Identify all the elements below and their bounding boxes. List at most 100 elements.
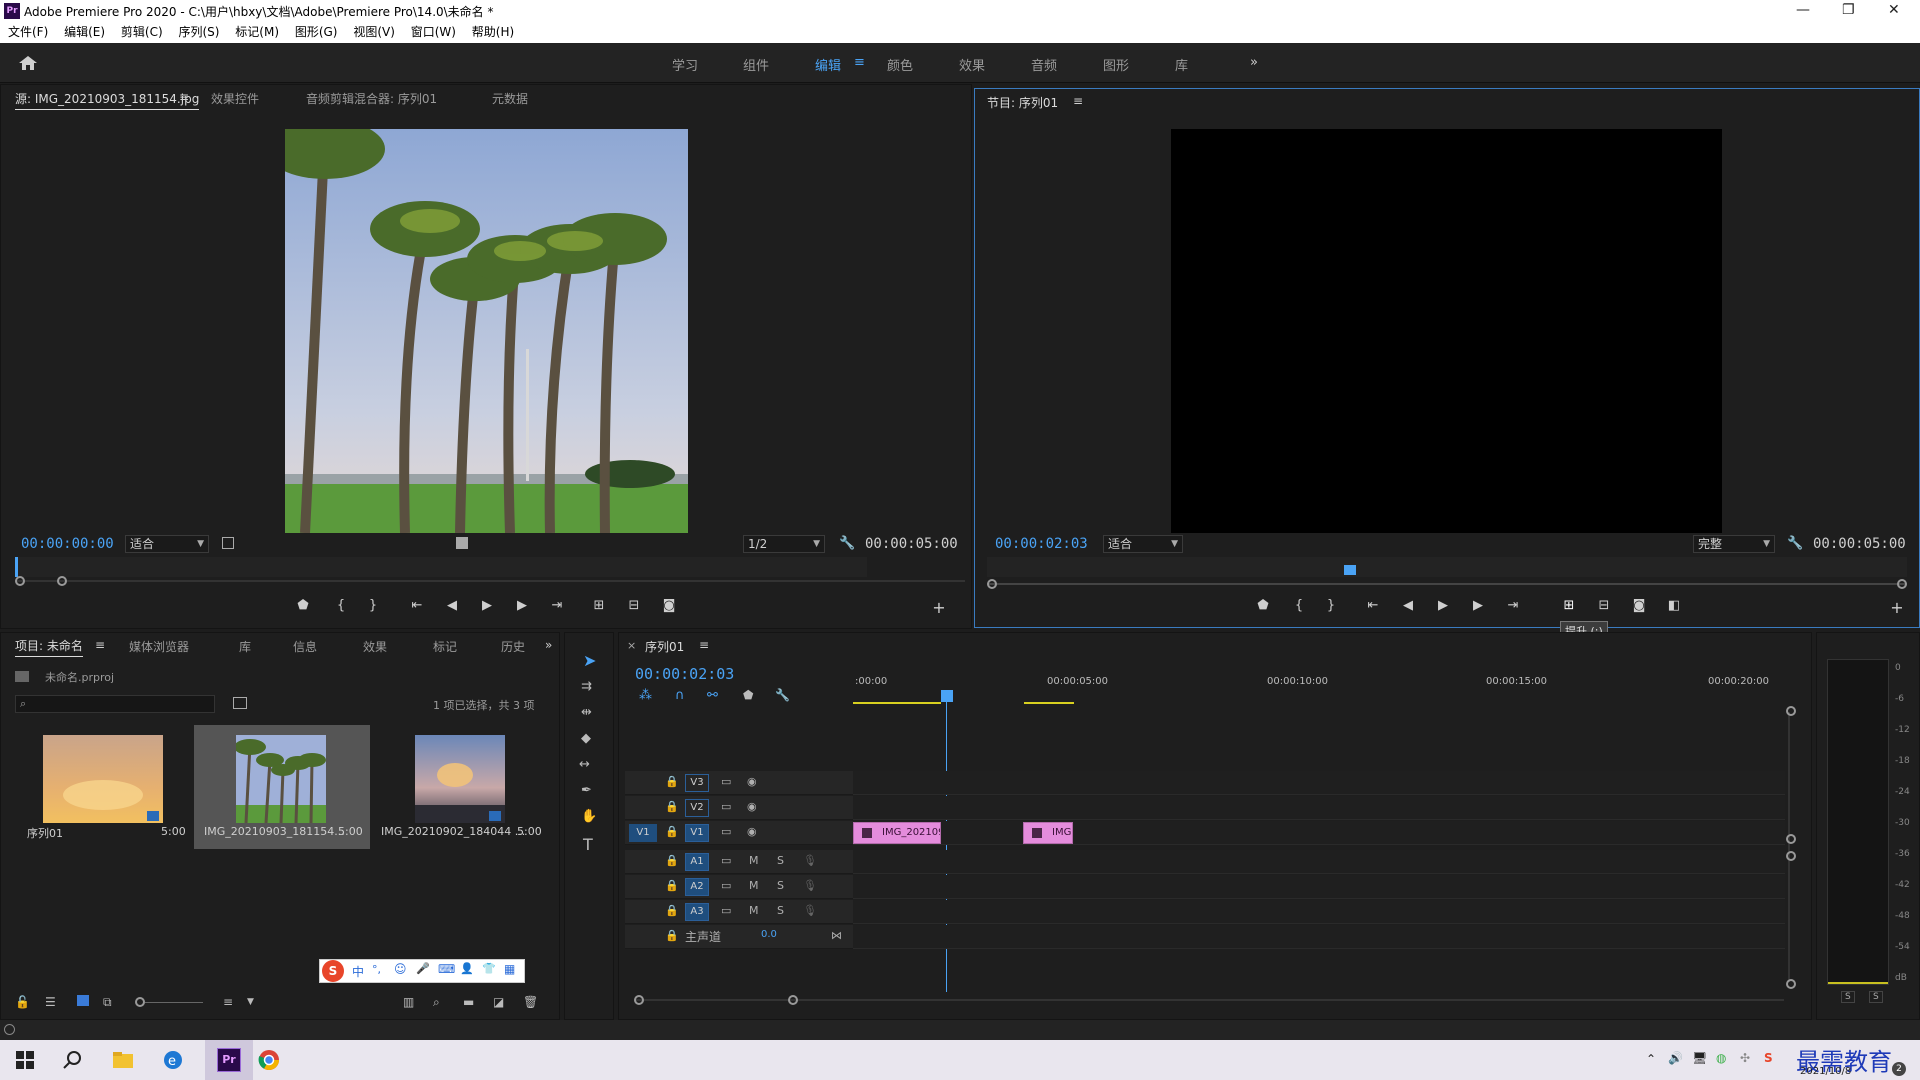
zoom-handle-right[interactable]: [1897, 579, 1907, 589]
workspace-audio[interactable]: 音频: [1031, 55, 1057, 74]
mute-button[interactable]: M: [749, 879, 759, 892]
settings-square-icon[interactable]: [222, 537, 234, 549]
notification-badge[interactable]: 2: [1892, 1062, 1906, 1076]
slip-tool-icon[interactable]: ↔: [579, 757, 590, 772]
new-item-icon[interactable]: ◪: [493, 995, 504, 1009]
close-tab-icon[interactable]: ×: [627, 639, 636, 652]
mark-out-icon[interactable]: }: [1321, 598, 1341, 613]
track-lane-v2[interactable]: [853, 796, 1785, 820]
workspace-more-icon[interactable]: »: [1250, 55, 1258, 70]
scroll-handle[interactable]: [1786, 851, 1796, 861]
mark-out-icon[interactable]: }: [363, 598, 383, 613]
source-timecode[interactable]: 00:00:00:00: [21, 536, 114, 552]
track-lane-a1[interactable]: [853, 850, 1785, 874]
program-quality-dropdown[interactable]: 完整 ▼: [1693, 535, 1775, 553]
pen-tool-icon[interactable]: ✒: [581, 783, 592, 798]
sync-lock-icon[interactable]: ▭: [721, 775, 731, 788]
workspace-assembly[interactable]: 组件: [743, 55, 769, 74]
linked-selection-icon[interactable]: ⚯: [707, 688, 718, 703]
master-volume-value[interactable]: 0.0: [761, 929, 777, 940]
add-marker-icon[interactable]: ⬟: [743, 688, 753, 702]
source-zoom-bar[interactable]: [15, 580, 965, 582]
tab-audio-clip-mixer[interactable]: 音频剪辑混合器: 序列01: [306, 90, 437, 107]
sogou-tray-icon[interactable]: S: [1764, 1051, 1773, 1065]
scroll-handle[interactable]: [1786, 834, 1796, 844]
track-header-v2[interactable]: 🔒 V2 ▭ ◉: [625, 796, 853, 820]
add-marker-icon[interactable]: ⬟: [1253, 598, 1273, 613]
volume-icon[interactable]: 🔊: [1668, 1051, 1683, 1065]
step-forward-icon[interactable]: ▶: [1468, 598, 1488, 613]
program-timecode[interactable]: 00:00:02:03: [995, 536, 1088, 552]
export-frame-icon[interactable]: ◙: [659, 598, 679, 613]
go-to-next-edit-icon[interactable]: ⋈: [831, 929, 842, 942]
timeline-ruler[interactable]: :00:00 00:00:05:00 00:00:10:00 00:00:15:…: [853, 672, 1785, 704]
mark-in-icon[interactable]: {: [331, 598, 351, 613]
sync-lock-icon[interactable]: ▭: [721, 904, 731, 917]
timeline-clip[interactable]: IMG: [1023, 822, 1073, 844]
timeline-playhead-handle[interactable]: [941, 690, 953, 702]
sync-lock-icon[interactable]: ▭: [721, 854, 731, 867]
menu-help[interactable]: 帮助(H): [472, 22, 514, 43]
add-marker-icon[interactable]: ⬟: [293, 598, 313, 613]
tab-media-browser[interactable]: 媒体浏览器: [129, 638, 189, 655]
program-zoom-bar[interactable]: [987, 583, 1907, 585]
project-item-sequence[interactable]: 序列01 5:00: [15, 725, 191, 849]
ime-voice-icon[interactable]: 🎤: [416, 962, 430, 975]
tab-libraries[interactable]: 库: [239, 638, 251, 655]
program-time-ruler[interactable]: [987, 557, 1907, 577]
tab-menu-icon[interactable]: ≡: [179, 90, 189, 104]
chrome-browser-icon[interactable]: [256, 1048, 282, 1072]
track-select-tool-icon[interactable]: ⇉: [581, 679, 592, 694]
microphone-icon[interactable]: 🎙: [803, 904, 817, 917]
zoom-slider-handle[interactable]: [135, 997, 145, 1007]
menu-sequence[interactable]: 序列(S): [178, 22, 219, 43]
scroll-handle[interactable]: [788, 995, 798, 1005]
source-time-ruler[interactable]: [15, 557, 867, 577]
home-icon[interactable]: [18, 55, 38, 71]
program-fit-dropdown[interactable]: 适合 ▼: [1103, 535, 1183, 553]
export-frame-icon[interactable]: ◙: [1629, 598, 1649, 613]
overwrite-icon[interactable]: ⊟: [624, 598, 644, 613]
go-to-out-icon[interactable]: ⇥: [1503, 598, 1523, 613]
timeline-timecode[interactable]: 00:00:02:03: [635, 665, 734, 683]
find-icon[interactable]: ⌕: [433, 995, 440, 1010]
workspace-learn[interactable]: 学习: [672, 55, 698, 74]
safe-margin-icon[interactable]: [456, 537, 468, 549]
track-header-v1[interactable]: V1 🔒 V1 ▭ ◉: [625, 821, 853, 845]
go-to-out-icon[interactable]: ⇥: [547, 598, 567, 613]
type-tool-icon[interactable]: T: [583, 835, 593, 854]
track-lane-v1[interactable]: IMG_202109 IMG: [853, 821, 1785, 845]
tab-effect-controls[interactable]: 效果控件: [211, 90, 259, 107]
project-search-input[interactable]: ⌕: [15, 695, 215, 713]
track-lane-a3[interactable]: [853, 900, 1785, 924]
track-name[interactable]: A2: [685, 878, 709, 896]
tab-program[interactable]: 节目: 序列01: [987, 94, 1058, 113]
workspace-editing[interactable]: 编辑: [815, 55, 841, 74]
menu-file[interactable]: 文件(F): [8, 22, 48, 43]
track-name[interactable]: A3: [685, 903, 709, 921]
sync-lock-icon[interactable]: ▭: [721, 800, 731, 813]
track-header-master[interactable]: 🔒 主声道 0.0 ⋈: [625, 925, 853, 949]
solo-button[interactable]: S: [777, 904, 784, 917]
menu-view[interactable]: 视图(V): [353, 22, 395, 43]
source-resolution-dropdown[interactable]: 1/2 ▼: [743, 535, 825, 553]
freeform-view-icon[interactable]: ⧉: [103, 995, 112, 1010]
wrench-icon[interactable]: 🔧: [775, 688, 790, 702]
tray-chevron-up-icon[interactable]: ⌃: [1646, 1052, 1656, 1066]
track-name[interactable]: A1: [685, 853, 709, 871]
track-header-v3[interactable]: 🔒 V3 ▭ ◉: [625, 771, 853, 795]
eye-icon[interactable]: ◉: [747, 825, 757, 838]
lock-icon[interactable]: 🔒: [665, 929, 679, 942]
wrench-icon[interactable]: 🔧: [1787, 536, 1803, 551]
sogou-logo-icon[interactable]: S: [322, 960, 344, 982]
source-playhead[interactable]: [15, 557, 18, 577]
zoom-handle-left[interactable]: [987, 579, 997, 589]
icon-view-icon[interactable]: [77, 995, 89, 1006]
restore-button[interactable]: ❐: [1842, 2, 1855, 18]
lock-icon[interactable]: 🔓: [15, 995, 30, 1009]
track-header-a1[interactable]: 🔒 A1 ▭ M S 🎙: [625, 850, 853, 874]
scroll-handle[interactable]: [1786, 979, 1796, 989]
workspace-menu-icon[interactable]: ≡: [854, 55, 865, 70]
minimize-button[interactable]: —: [1796, 2, 1810, 18]
lock-icon[interactable]: 🔒: [665, 854, 679, 867]
